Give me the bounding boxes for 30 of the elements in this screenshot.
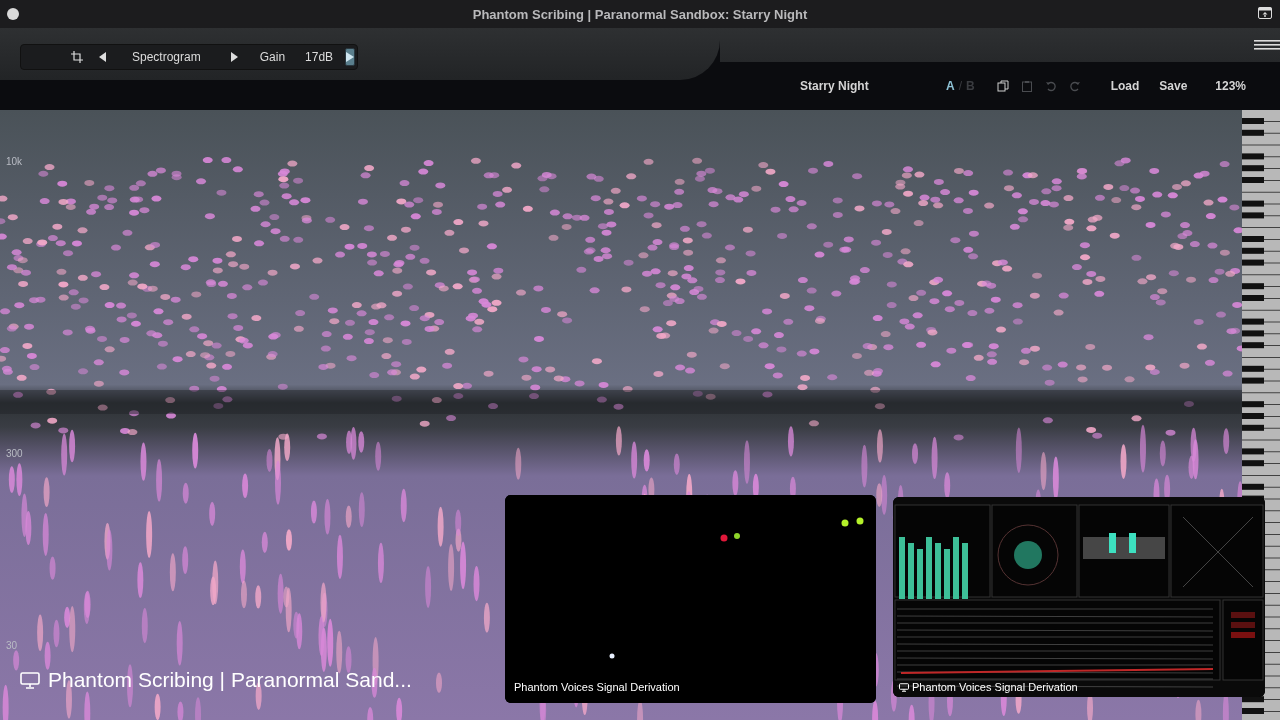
frequency-label: 30 <box>6 640 18 651</box>
copy-icon <box>996 80 1009 92</box>
left-triangle-icon <box>99 52 106 62</box>
zoom-level[interactable]: 123% <box>1215 79 1246 93</box>
video-caption: Phantom Voices Signal Derivation <box>912 681 1078 693</box>
crop-icon <box>71 51 83 63</box>
menu-icon[interactable] <box>1254 40 1280 50</box>
frequency-label: 300 <box>6 448 23 459</box>
slot-separator: / <box>957 79 963 93</box>
monitor-icon <box>899 683 909 692</box>
copy-button[interactable] <box>996 80 1009 92</box>
video-caption: Phantom Voices Signal Derivation <box>514 681 680 693</box>
share-window-icon[interactable] <box>1258 7 1272 19</box>
preset-slot-a[interactable]: A <box>944 79 957 93</box>
frequency-label: 10k <box>6 156 23 167</box>
window-close-dot[interactable] <box>7 8 19 20</box>
preset-action-button[interactable]: Save <box>1159 79 1188 93</box>
view-name: Spectrogram <box>131 50 202 64</box>
clipboard-icon <box>1020 80 1033 92</box>
preset-name[interactable]: Starry Night <box>800 79 920 93</box>
monitor-icon <box>20 671 40 689</box>
play-button[interactable] <box>345 48 356 66</box>
screen-share-caption: Phantom Scribing | Paranormal Sand... <box>48 668 412 692</box>
gain-label: Gain <box>258 50 287 64</box>
gain-value[interactable]: 17dB <box>293 50 346 64</box>
window-title: Phantom Scribing | Paranormal Sandbox: Starry Night <box>472 6 808 22</box>
redo-icon <box>1068 80 1081 92</box>
right-triangle-icon <box>230 52 238 62</box>
undo-icon <box>1044 80 1057 92</box>
preset-action-button[interactable]: Load <box>1110 79 1140 93</box>
